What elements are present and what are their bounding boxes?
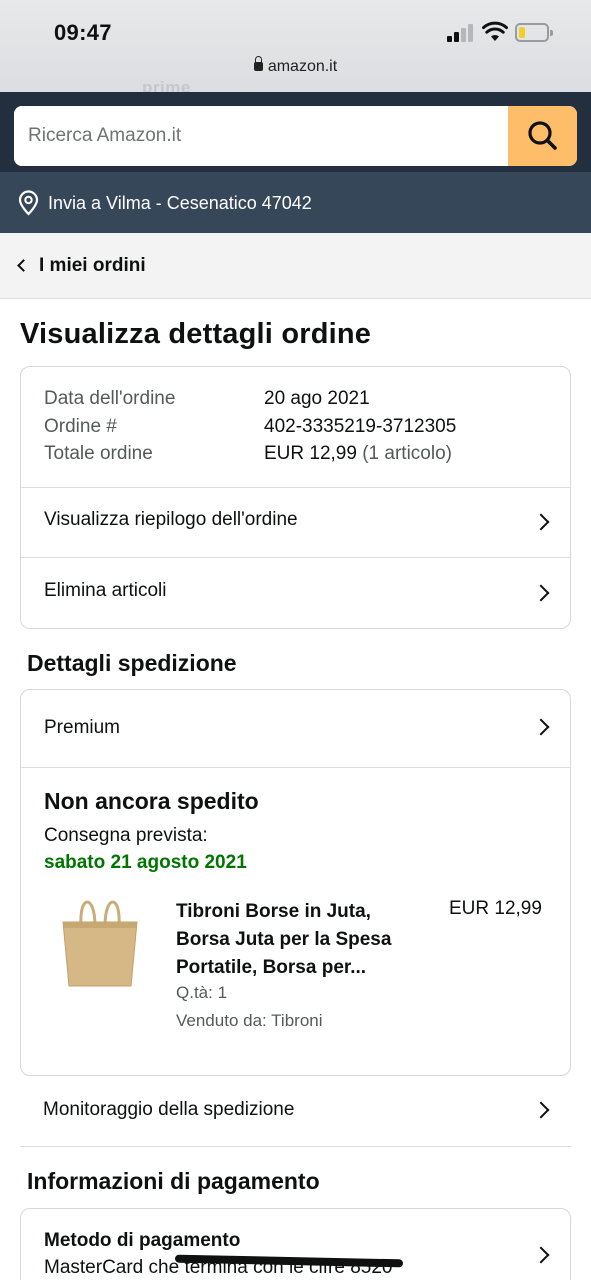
payment-section-title: Informazioni di pagamento <box>27 1168 320 1194</box>
product-image[interactable] <box>59 890 141 990</box>
delivery-location-text: Invia a Vilma - Cesenatico 47042 <box>48 193 312 213</box>
order-summary-card: Data dell'ordine 20 ago 2021 Ordine # 40… <box>20 366 571 629</box>
shipping-method-label: Premium <box>44 717 121 738</box>
view-order-summary-label: Visualizza riepilogo dell'ordine <box>44 509 298 530</box>
payment-card[interactable]: Metodo di pagamento MasterCard che termi… <box>20 1208 571 1280</box>
order-number-value: 402-3335219-3712305 <box>264 416 457 437</box>
product-quantity: Q.tà: 1 <box>176 983 228 1002</box>
expected-delivery-date: sabato 21 agosto 2021 <box>44 852 247 873</box>
shipping-card: Premium Non ancora spedito Consegna prev… <box>20 689 571 1076</box>
amazon-header <box>0 92 591 172</box>
expected-delivery-label: Consegna prevista: <box>44 825 208 846</box>
order-total-value: EUR 12,99 (1 articolo) <box>264 443 452 465</box>
shipping-method-link[interactable]: Premium <box>21 690 570 767</box>
shipping-section-title: Dettagli spedizione <box>27 650 237 676</box>
shipment-tracking-link[interactable]: Monitoraggio della spedizione <box>0 1077 591 1145</box>
chevron-right-icon <box>532 1101 550 1119</box>
chevron-right-icon <box>532 513 550 531</box>
product-seller: Venduto da: Tibroni <box>176 1011 323 1030</box>
battery-icon <box>515 23 553 42</box>
wifi-icon <box>482 21 508 41</box>
search-bar <box>14 106 577 166</box>
chevron-left-icon <box>17 259 30 272</box>
chevron-right-icon <box>532 1246 550 1264</box>
breadcrumb[interactable]: I miei ordini <box>0 233 591 299</box>
product-title-line: Tibroni Borse in Juta, <box>176 901 371 922</box>
chevron-right-icon <box>532 584 550 602</box>
breadcrumb-my-orders[interactable]: I miei ordini <box>39 255 146 277</box>
page-title: Visualizza dettagli ordine <box>20 318 372 350</box>
view-order-summary-link[interactable]: Visualizza riepilogo dell'ordine <box>21 488 570 557</box>
search-input[interactable] <box>14 106 508 166</box>
product-title-line: Portatile, Borsa per... <box>176 957 367 978</box>
shipment-tracking-label: Monitoraggio della spedizione <box>43 1099 295 1120</box>
order-date-value: 20 ago 2021 <box>264 388 370 409</box>
order-total-label: Totale ordine <box>44 443 153 464</box>
delete-items-label: Elimina articoli <box>44 580 167 601</box>
delivery-location-bar[interactable]: Invia a Vilma - Cesenatico 47042 <box>0 172 591 233</box>
order-total-amount: EUR 12,99 <box>264 443 357 464</box>
order-total-items: (1 articolo) <box>362 443 452 464</box>
delete-items-link[interactable]: Elimina articoli <box>21 558 570 628</box>
divider <box>21 767 570 768</box>
location-pin-icon <box>18 190 39 216</box>
address-bar[interactable]: amazon.it <box>0 56 591 76</box>
shipment-status: Non ancora spedito <box>44 788 259 814</box>
cellular-signal-icon <box>447 24 475 42</box>
search-button[interactable] <box>508 106 577 166</box>
url-text: amazon.it <box>267 58 338 75</box>
divider <box>20 1146 571 1147</box>
product-title[interactable]: Tibroni Borse in Juta, Borsa Juta per la… <box>176 898 391 982</box>
order-number-label: Ordine # <box>44 416 117 437</box>
payment-method-label: Metodo di pagamento <box>44 1230 241 1251</box>
status-bar: 09:47 amazon.it <box>0 0 591 92</box>
product-price: EUR 12,99 <box>449 898 542 919</box>
chevron-right-icon <box>532 718 550 736</box>
status-time: 09:47 <box>54 20 112 45</box>
product-title-line: Borsa Juta per la Spesa <box>176 929 392 950</box>
lock-icon <box>253 56 263 71</box>
order-date-label: Data dell'ordine <box>44 388 176 409</box>
search-icon <box>528 121 557 150</box>
